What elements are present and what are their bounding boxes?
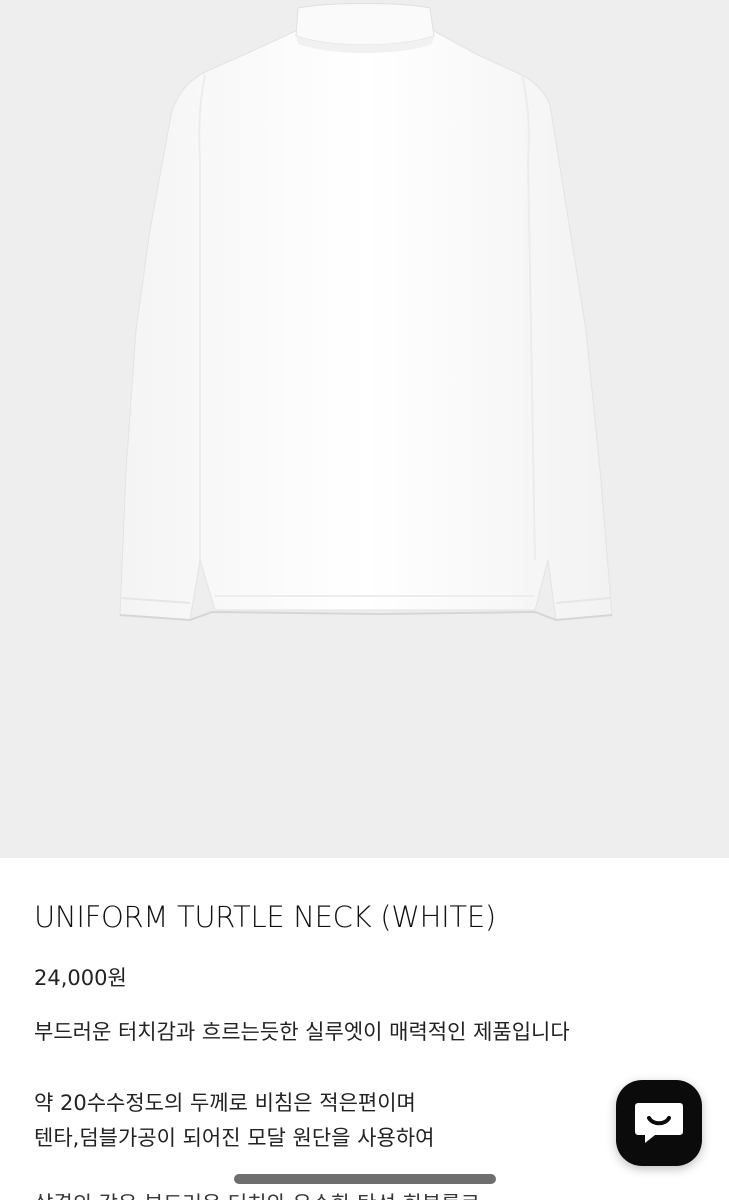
home-indicator (234, 1174, 496, 1184)
product-price: 24,000원 (34, 966, 127, 990)
description-line-cut: 살결의 같은 부드러운 터치와 우수한 탄성 회복률로 (34, 1188, 480, 1200)
product-photo[interactable] (0, 0, 729, 858)
chat-button[interactable] (616, 1080, 702, 1166)
chat-bubble-icon (635, 1103, 683, 1143)
description-line: 부드러운 터치감과 흐르는듯한 실루엣이 매력적인 제품입니다 (34, 1020, 570, 1044)
description-line: 약 20수수정도의 두께로 비침은 적은편이며 (34, 1091, 416, 1115)
description-line: 텐타,덤블가공이 되어진 모달 원단을 사용하여 (34, 1126, 435, 1150)
turtleneck-shirt-image (119, 3, 613, 622)
product-title: UNIFORM TURTLE NECK (WHITE) (34, 900, 496, 934)
